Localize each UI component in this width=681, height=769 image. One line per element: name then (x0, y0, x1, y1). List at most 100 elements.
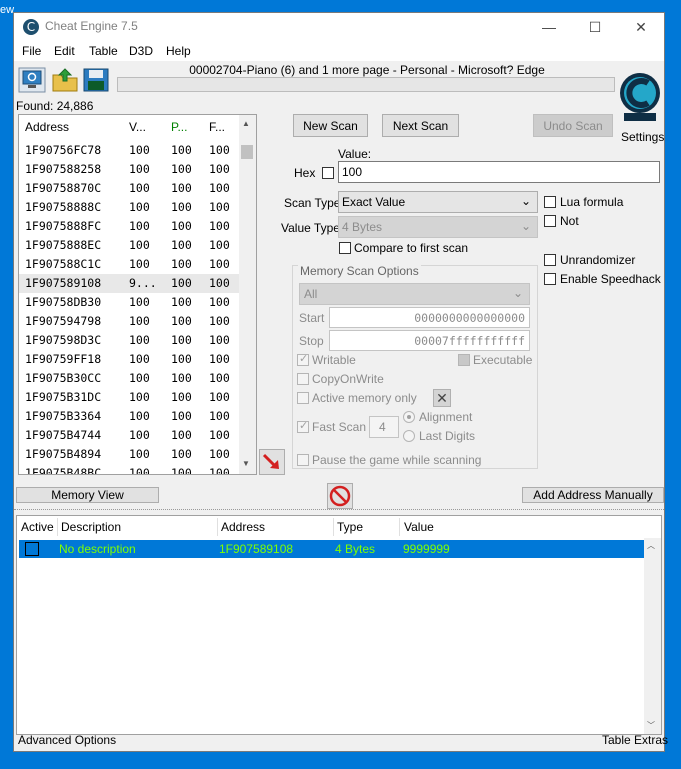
clear-x-icon[interactable]: ✕ (433, 389, 451, 407)
list-item[interactable]: 1F90756FC78 100 100 100 (19, 141, 240, 160)
scroll-thumb[interactable] (241, 145, 253, 159)
title-bar[interactable]: C Cheat Engine 7.5 — ☐ ✕ (14, 13, 664, 41)
splitter[interactable] (14, 509, 664, 514)
scroll-up-icon[interactable]: ︿ (647, 540, 655, 551)
list-item[interactable]: 1F90758888C 100 100 100 (19, 198, 240, 217)
compare-first-checkbox[interactable] (339, 242, 351, 254)
scroll-down-icon[interactable]: ▼ (242, 459, 250, 468)
list-item[interactable]: 1F90758870C 100 100 100 (19, 179, 240, 198)
list-item[interactable]: 1F90758DB30 100 100 100 (19, 293, 240, 312)
alignment-radio[interactable] (403, 411, 415, 423)
list-item[interactable]: 1F9075B30CC 100 100 100 (19, 369, 240, 388)
list-item[interactable]: 1F90759FF18 100 100 100 (19, 350, 240, 369)
active-memory-checkbox[interactable] (297, 392, 309, 404)
cell-address: 1F9075B4744 (25, 428, 102, 442)
speedhack-checkbox[interactable] (544, 273, 556, 285)
close-button[interactable]: ✕ (618, 13, 664, 41)
minimize-button[interactable]: — (526, 13, 572, 41)
save-icon[interactable] (82, 67, 110, 93)
list-item[interactable]: 1F9075888FC 100 100 100 (19, 217, 240, 236)
cell-first: 100 (209, 276, 230, 290)
menu-d3d[interactable]: D3D (129, 44, 153, 58)
hex-checkbox[interactable] (322, 167, 334, 179)
list-item[interactable]: 1F9075B4894 100 100 100 (19, 445, 240, 464)
hex-label: Hex (294, 166, 316, 180)
header-type[interactable]: Type (337, 520, 363, 534)
header-value[interactable]: V... (129, 115, 146, 139)
menu-table[interactable]: Table (89, 44, 118, 58)
list-item[interactable]: 1F907598D3C 100 100 100 (19, 331, 240, 350)
cell-value: 100 (129, 466, 150, 475)
row-description: No description (59, 542, 136, 556)
menu-edit[interactable]: Edit (54, 44, 75, 58)
value-type-select[interactable]: 4 Bytes ⌄ (338, 216, 538, 238)
cell-first: 100 (209, 238, 230, 252)
writable-checkbox[interactable] (297, 352, 309, 366)
maximize-button[interactable]: ☐ (572, 13, 618, 41)
not-checkbox[interactable] (544, 215, 556, 227)
list-item[interactable]: 1F907589108 9... 100 100 (19, 274, 240, 293)
cell-previous: 100 (171, 390, 192, 404)
memory-view-button[interactable]: Memory View (16, 487, 159, 503)
active-checkbox[interactable] (25, 542, 39, 556)
settings-label[interactable]: Settings (621, 130, 664, 144)
stop-address-input[interactable]: 00007fffffffffff (329, 330, 530, 351)
list-item[interactable]: 1F9075B48BC 100 100 100 (19, 464, 240, 475)
table-row[interactable]: No description 1F907589108 4 Bytes 99999… (19, 540, 646, 558)
header-active[interactable]: Active (21, 520, 54, 534)
header-previous[interactable]: P... (171, 115, 187, 139)
add-selected-arrow-icon[interactable] (259, 449, 285, 475)
chevron-down-icon: ⌄ (520, 219, 531, 233)
address-table[interactable]: Active Description Address Type Value No… (16, 515, 662, 735)
pause-game-checkbox[interactable] (297, 454, 309, 466)
scroll-up-icon[interactable]: ▲ (242, 119, 250, 128)
fast-scan-checkbox[interactable] (297, 419, 309, 433)
header-address[interactable]: Address (221, 520, 265, 534)
chevron-down-icon: ⌄ (512, 286, 523, 300)
new-scan-button[interactable]: New Scan (293, 114, 368, 137)
cell-first: 100 (209, 333, 230, 347)
scan-type-label: Scan Type (284, 196, 341, 210)
executable-checkbox[interactable] (458, 354, 470, 366)
open-folder-icon[interactable] (51, 67, 79, 93)
header-description[interactable]: Description (61, 520, 121, 534)
list-item[interactable]: 1F907588258 100 100 100 (19, 160, 240, 179)
list-item[interactable]: 1F9075B4744 100 100 100 (19, 426, 240, 445)
header-address[interactable]: Address (25, 115, 69, 139)
cell-address: 1F907588258 (25, 162, 102, 176)
list-item[interactable]: 1F907594798 100 100 100 (19, 312, 240, 331)
header-first[interactable]: F... (209, 115, 225, 139)
fast-scan-input[interactable]: 4 (369, 416, 399, 438)
list-item[interactable]: 1F9075B3364 100 100 100 (19, 407, 240, 426)
next-scan-button[interactable]: Next Scan (382, 114, 459, 137)
lua-formula-checkbox[interactable] (544, 196, 556, 208)
start-label: Start (299, 311, 325, 325)
scan-type-select[interactable]: Exact Value ⌄ (338, 191, 538, 213)
column-divider (399, 518, 400, 536)
start-address-input[interactable]: 0000000000000000 (329, 307, 530, 328)
add-address-manually-button[interactable]: Add Address Manually (522, 487, 664, 503)
value-input[interactable]: 100 (338, 161, 660, 183)
list-item[interactable]: 1F9075888EC 100 100 100 (19, 236, 240, 255)
menu-file[interactable]: File (22, 44, 41, 58)
cheat-engine-settings-logo-icon[interactable] (618, 63, 662, 129)
header-value[interactable]: Value (404, 520, 434, 534)
window-title: Cheat Engine 7.5 (45, 19, 138, 33)
memory-region-select[interactable]: All ⌄ (299, 283, 530, 305)
scan-list-scrollbar[interactable]: ▲ ▼ (239, 115, 256, 474)
address-table-scrollbar[interactable]: ︿ ﹀ (644, 538, 661, 734)
stop-icon[interactable] (327, 483, 353, 509)
advanced-options-link[interactable]: Advanced Options (18, 733, 116, 747)
last-digits-radio[interactable] (403, 430, 415, 442)
scan-results-list[interactable]: Address V... P... F... 1F90756FC78 100 100… (18, 114, 257, 475)
undo-scan-button[interactable]: Undo Scan (533, 114, 613, 137)
menu-help[interactable]: Help (166, 44, 191, 58)
unrandomizer-checkbox[interactable] (544, 254, 556, 266)
open-process-icon[interactable] (18, 67, 46, 93)
list-item[interactable]: 1F9075B31DC 100 100 100 (19, 388, 240, 407)
table-extras-link[interactable]: Table Extras (602, 733, 668, 747)
list-item[interactable]: 1F907588C1C 100 100 100 (19, 255, 240, 274)
cell-first: 100 (209, 466, 230, 475)
copy-on-write-checkbox[interactable] (297, 373, 309, 385)
scroll-down-icon[interactable]: ﹀ (647, 720, 655, 731)
